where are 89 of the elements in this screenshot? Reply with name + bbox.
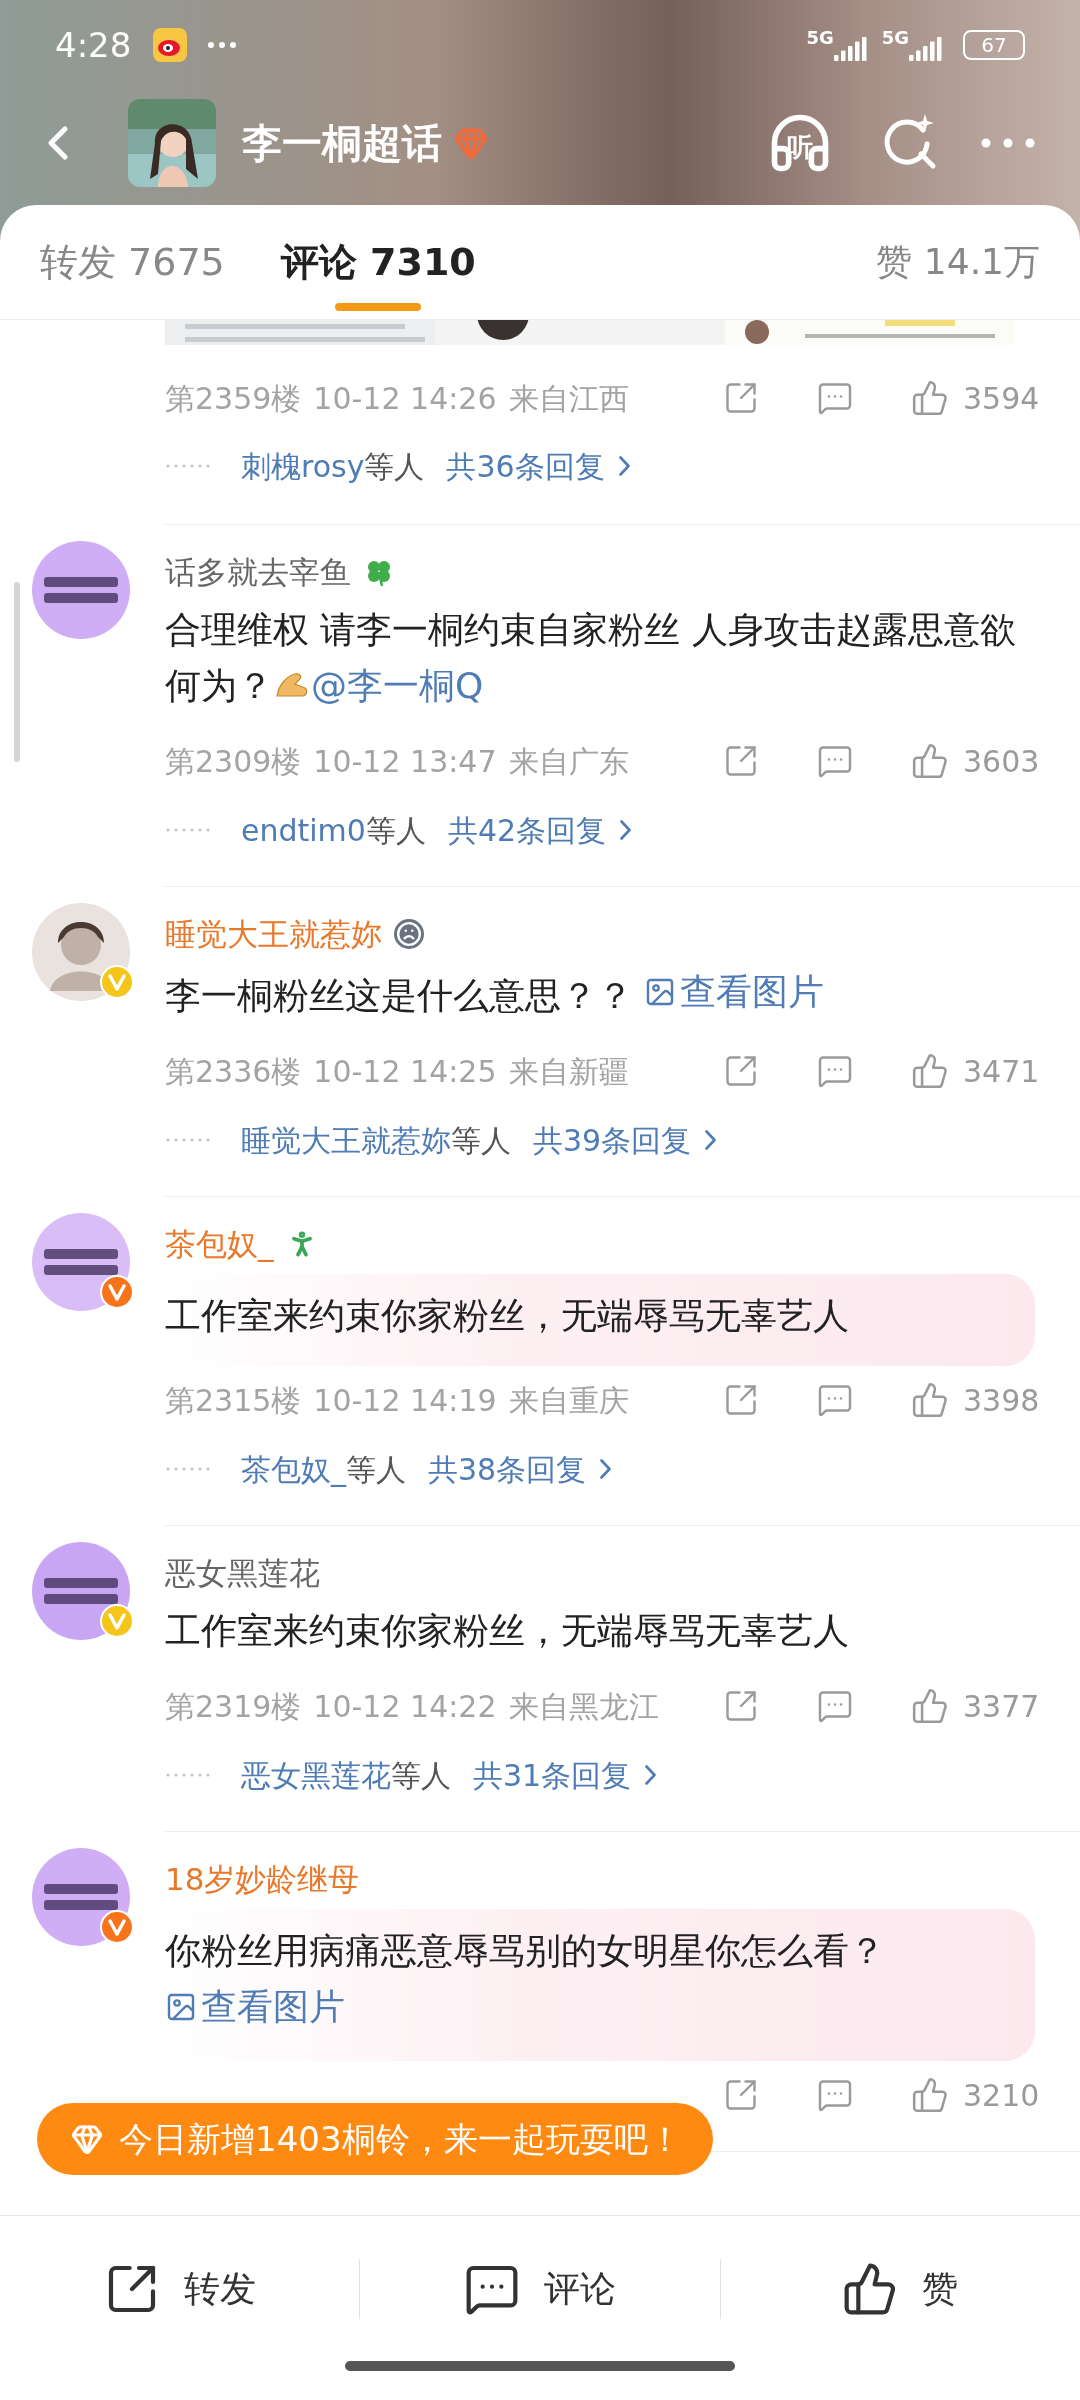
tab[interactable]: 转发 7675 [40,205,225,319]
page-title: 李一桐超话 [242,118,442,168]
image-icon [165,1991,197,2023]
comment-location: 来自广东 [508,742,629,781]
comment-location: 来自江西 [508,379,629,418]
chevron-right-icon [600,1459,612,1479]
share-icon[interactable] [723,1053,759,1089]
view-image-link[interactable]: 查看图片 [644,964,825,1020]
more-notifications-icon [207,41,238,49]
user-name[interactable]: 18岁妙龄继母 [165,1855,360,1903]
replier-name[interactable]: 睡觉大王就惹妳 [241,1117,451,1163]
share-icon[interactable] [723,1382,759,1418]
comment-text: 你粉丝用病痛恶意辱骂别的女明星你怎么看？ 查看图片 [165,1923,985,2039]
chevron-right-icon [645,1765,657,1785]
replies-link[interactable]: 共31条回复 [473,1752,632,1798]
battery-icon: 67 [963,30,1025,60]
mention-link[interactable]: @李一桐Q [311,665,484,706]
replies-link[interactable]: 共42条回复 [447,807,607,853]
weibo-icon [153,28,188,62]
comment-icon[interactable] [817,1382,853,1418]
comment-text: 合理维权 请李一桐约束自家粉丝 人身攻击赵露思意欲何为？ @李一桐Q [165,608,1017,708]
user-name[interactable]: 睡觉大王就惹妳 [165,910,382,958]
share-icon[interactable] [723,380,759,416]
view-image-link[interactable]: 查看图片 [165,1979,345,2035]
replier-name[interactable]: 茶包奴_ [241,1446,346,1492]
replier-suffix: 等人 [364,447,425,486]
status-time: 4:28 [55,23,132,67]
more-icon[interactable] [981,137,1035,148]
user-name[interactable]: 恶女黑莲花 [165,1549,320,1597]
floor-number: 第2319楼 [165,1687,302,1726]
like-action-button[interactable]: 赞 [720,2260,1080,2317]
user-name[interactable]: 茶包奴_ [165,1220,274,1268]
like-count: 3471 [963,1052,1035,1091]
replies-link[interactable]: 共38条回复 [428,1446,587,1492]
sad-face-icon [394,919,424,949]
comment-time: 10-12 14:26 [313,379,497,418]
share-action-button[interactable]: 转发 [0,2260,360,2317]
share-icon[interactable] [723,1688,759,1724]
comment-time: 10-12 14:19 [313,1381,497,1420]
replier-suffix: 等人 [365,811,426,850]
chevron-right-icon [618,456,630,476]
likes-tab[interactable]: 赞 14.1万 [876,235,1040,289]
replier-suffix: 等人 [451,1121,511,1160]
comment-icon[interactable] [817,2077,853,2113]
like-count: 3603 [963,742,1035,781]
replies-link[interactable]: 共39条回复 [533,1117,692,1163]
replies-link[interactable]: 共36条回复 [446,443,605,489]
comment-text: 李一桐粉丝这是什么意思？？ 查看图片 [165,964,1035,1024]
like-icon[interactable] [911,1687,949,1725]
network-label: 5G [806,29,834,47]
comment-time: 10-12 14:25 [313,1052,497,1091]
replier-name[interactable]: 恶女黑莲花 [241,1752,391,1798]
like-icon[interactable] [911,379,949,417]
comment-icon[interactable] [817,380,853,416]
like-icon[interactable] [911,2076,949,2114]
floor-number: 第2359楼 [165,379,302,418]
share-icon[interactable] [723,2077,759,2113]
comment-icon[interactable] [817,1688,853,1724]
like-icon[interactable] [911,1381,949,1419]
comment-time: 10-12 13:47 [313,742,497,781]
floor-number: 第2315楼 [165,1381,302,1420]
like-icon[interactable] [911,742,949,780]
comment-location: 来自黑龙江 [508,1687,659,1726]
chevron-right-icon [620,820,632,840]
replier-suffix: 等人 [391,1756,451,1795]
comment-action-button[interactable]: 评论 [360,2260,720,2317]
comment-time: 10-12 14:22 [313,1687,497,1726]
user-name[interactable]: 话多就去宰鱼 [165,548,351,596]
like-icon[interactable] [911,1052,949,1090]
network-label: 5G [881,29,909,47]
like-count: 3377 [963,1687,1035,1726]
floor-number: 第2309楼 [165,742,302,781]
comment-location: 来自重庆 [508,1381,629,1420]
comment-icon[interactable] [817,743,853,779]
share-icon[interactable] [723,743,759,779]
comment-text: 工作室来约束你家粉丝，无端辱骂无辜艺人 [165,1294,850,1338]
promo-banner[interactable]: 今日新增1403桐铃，来一起玩耍吧！ [37,2103,713,2175]
chevron-right-icon [705,1130,717,1150]
comment-location: 来自新疆 [508,1052,629,1091]
floor-number: 第2336楼 [165,1052,302,1091]
replier-name[interactable]: 刺槐rosy [241,443,365,489]
replier-name[interactable]: endtim0 [241,807,366,853]
signal-icon [833,35,868,61]
comment-icon[interactable] [817,1053,853,1089]
comment-text: 工作室来约束你家粉丝，无端辱骂无辜艺人 [165,1609,850,1653]
signal-icon [909,35,943,61]
tab[interactable]: 评论 7310 [280,205,476,319]
replier-suffix: 等人 [346,1450,406,1489]
gem-icon [454,125,488,160]
